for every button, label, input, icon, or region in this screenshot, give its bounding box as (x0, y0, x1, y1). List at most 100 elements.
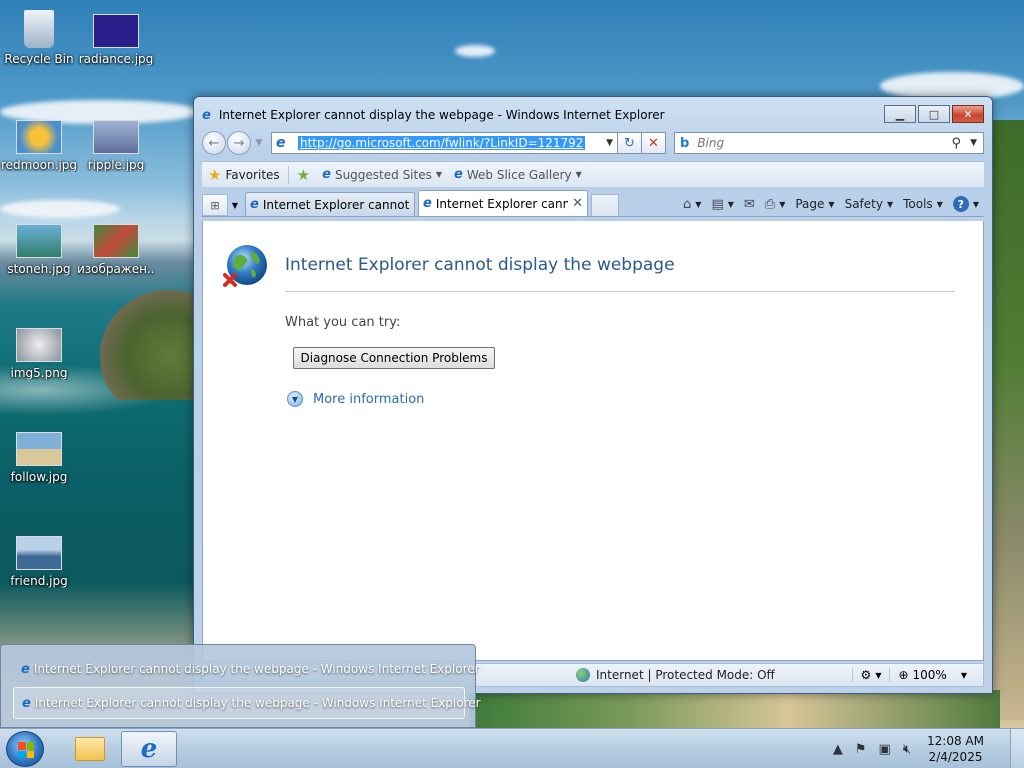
tab-1[interactable]: e Internet Explorer cannot ... (245, 192, 415, 216)
taskbar-window-item-selected[interactable]: e Internet Explorer cannot display the w… (13, 687, 481, 719)
address-bar[interactable]: e http://go.microsoft.com/fwlink/?LinkID… (271, 132, 618, 154)
search-dropdown-icon[interactable]: ▼ (970, 138, 977, 148)
read-mail-button[interactable]: ✉ (739, 197, 760, 212)
minimize-button[interactable]: ▁ (884, 105, 916, 123)
feeds-button[interactable]: ▤ ▼ (706, 197, 738, 212)
favorites-button[interactable]: ★ Favorites (202, 166, 286, 184)
desktop-icon-ripple[interactable]: ripple.jpg (77, 120, 155, 172)
tools-menu[interactable]: Tools ▼ (898, 197, 948, 211)
mail-icon: ✉ (743, 196, 755, 212)
favorites-label: Favorites (225, 167, 280, 182)
action-center-flag-icon[interactable]: ⚑ (855, 742, 867, 757)
page-title: Internet Explorer cannot display the web… (285, 255, 675, 275)
desktop-icon-radiance[interactable]: radiance.jpg (77, 14, 155, 66)
safety-menu-label: Safety (844, 197, 883, 211)
clock-date: 2/4/2025 (928, 750, 983, 764)
desktop-icon-stoneh[interactable]: stoneh.jpg (0, 224, 78, 276)
tab-list-dropdown[interactable]: ▼ (228, 194, 242, 216)
forward-button[interactable]: → (227, 131, 251, 155)
tab-2-active[interactable]: e Internet Explorer cann... ✕ (418, 190, 588, 216)
ie-page-icon: e (250, 197, 259, 212)
desktop-icon-redmoon[interactable]: redmoon.jpg (0, 120, 78, 172)
show-desktop-button[interactable] (1010, 729, 1024, 768)
desktop-icon-follow[interactable]: follow.jpg (0, 432, 78, 484)
desktop-icon-label: follow.jpg (10, 470, 68, 484)
bing-logo-icon: b (680, 135, 690, 151)
desktop-icon-friend[interactable]: friend.jpg (0, 536, 78, 588)
home-button[interactable]: ⌂ ▼ (678, 197, 706, 212)
status-right: ⚙ ▼ ⊕ 100% ▼ (851, 668, 975, 682)
ie-window[interactable]: e Internet Explorer cannot display the w… (193, 96, 993, 694)
desktop-icon-label: redmoon.jpg (0, 158, 78, 172)
cloud (455, 45, 495, 57)
chevron-down-icon: ▼ (435, 170, 443, 179)
suggestions-heading: What you can try: (285, 315, 401, 330)
zoom-button[interactable]: ⊕ 100% ▼ (889, 668, 975, 682)
recycle-bin-icon (24, 10, 54, 48)
quick-tabs-button[interactable]: ⊞ (202, 194, 228, 216)
start-button[interactable] (6, 731, 44, 767)
windows-logo-icon (18, 742, 34, 758)
page-content: Internet Explorer cannot display the web… (202, 221, 984, 661)
chevron-down-icon: ▼ (936, 199, 943, 209)
tab-label: Internet Explorer cannot ... (262, 197, 410, 212)
chevron-down-icon: ▼ (779, 199, 786, 209)
back-button[interactable]: ← (202, 131, 226, 155)
network-icon[interactable]: ▣ (879, 742, 891, 757)
favorites-bar: ★ Favorites ★ e Suggested Sites ▼ e Web … (202, 161, 984, 187)
desktop-icon-label: friend.jpg (10, 574, 68, 588)
search-icon[interactable]: ⚲ (951, 136, 961, 151)
expand-chevron-icon: ▼ (287, 391, 303, 407)
close-button[interactable]: ✕ (952, 105, 984, 123)
ie-page-icon: e (423, 196, 432, 211)
taskbar-ie-button[interactable]: e (121, 731, 177, 767)
taskbar-window-item[interactable]: e Internet Explorer cannot display the w… (13, 653, 480, 685)
maximize-button[interactable]: □ (918, 105, 950, 123)
image-file-icon (16, 432, 62, 466)
taskbar-explorer-button[interactable] (62, 731, 118, 767)
close-tab-icon[interactable]: ✕ (572, 196, 583, 211)
clock-time: 12:08 AM (927, 734, 984, 748)
more-information-link[interactable]: ▼ More information (287, 391, 424, 407)
clock[interactable]: 12:08 AM 2/4/2025 (927, 733, 984, 765)
refresh-button[interactable]: ↻ (618, 132, 642, 154)
separator (287, 165, 289, 184)
add-to-favorites-bar-button[interactable]: ★ (291, 166, 316, 184)
search-input[interactable] (697, 136, 898, 150)
suggested-sites-label: Suggested Sites (334, 167, 432, 182)
chevron-down-icon: ▼ (960, 670, 967, 680)
volume-muted-icon[interactable]: 🔇︎ (903, 742, 911, 757)
address-url[interactable]: http://go.microsoft.com/fwlink/?LinkID=1… (298, 136, 586, 150)
desktop-icon-img5[interactable]: img5.png (0, 328, 78, 380)
help-icon: ? (952, 196, 969, 212)
search-box[interactable]: b ⚲ ▼ (674, 132, 984, 154)
caption-buttons: ▁ □ ✕ (884, 105, 984, 123)
zoom-icon: ⊕ (898, 668, 909, 682)
help-menu[interactable]: ? ▼ (948, 196, 984, 212)
address-dropdown-icon[interactable]: ▼ (606, 138, 613, 148)
image-file-icon (16, 120, 62, 154)
ie-page-icon: e (322, 167, 331, 182)
window-title: Internet Explorer cannot display the web… (218, 108, 665, 122)
suggested-sites-button[interactable]: e Suggested Sites ▼ (316, 167, 448, 182)
compatibility-button[interactable]: ⚙ ▼ (851, 668, 890, 682)
safety-menu[interactable]: Safety ▼ (840, 197, 899, 211)
desktop-icon-label: изображен... (77, 262, 155, 276)
tab-label: Internet Explorer cann... (435, 196, 569, 211)
diagnose-connection-button[interactable]: Diagnose Connection Problems (293, 347, 495, 369)
chevron-down-icon: ▼ (886, 199, 894, 209)
web-slice-gallery-button[interactable]: e Web Slice Gallery ▼ (448, 167, 588, 182)
page-menu[interactable]: Page ▼ (790, 197, 839, 211)
show-hidden-icons-icon[interactable]: ▲ (833, 742, 843, 757)
new-tab-button[interactable] (591, 194, 619, 216)
security-zone[interactable]: Internet | Protected Mode: Off (576, 668, 775, 682)
recent-pages-dropdown[interactable]: ▼ (253, 138, 265, 148)
chevron-down-icon: ▼ (575, 170, 582, 179)
title-bar[interactable]: e Internet Explorer cannot display the w… (202, 105, 892, 125)
print-button[interactable]: ⎙ ▼ (760, 197, 791, 212)
desktop-icon-image-ru[interactable]: изображен... (77, 224, 155, 276)
zoom-level: 100% (912, 668, 947, 682)
stop-button[interactable]: ✕ (642, 132, 666, 154)
desktop-icon-recycle-bin[interactable]: Recycle Bin (0, 10, 78, 66)
error-globe-icon (223, 243, 269, 289)
